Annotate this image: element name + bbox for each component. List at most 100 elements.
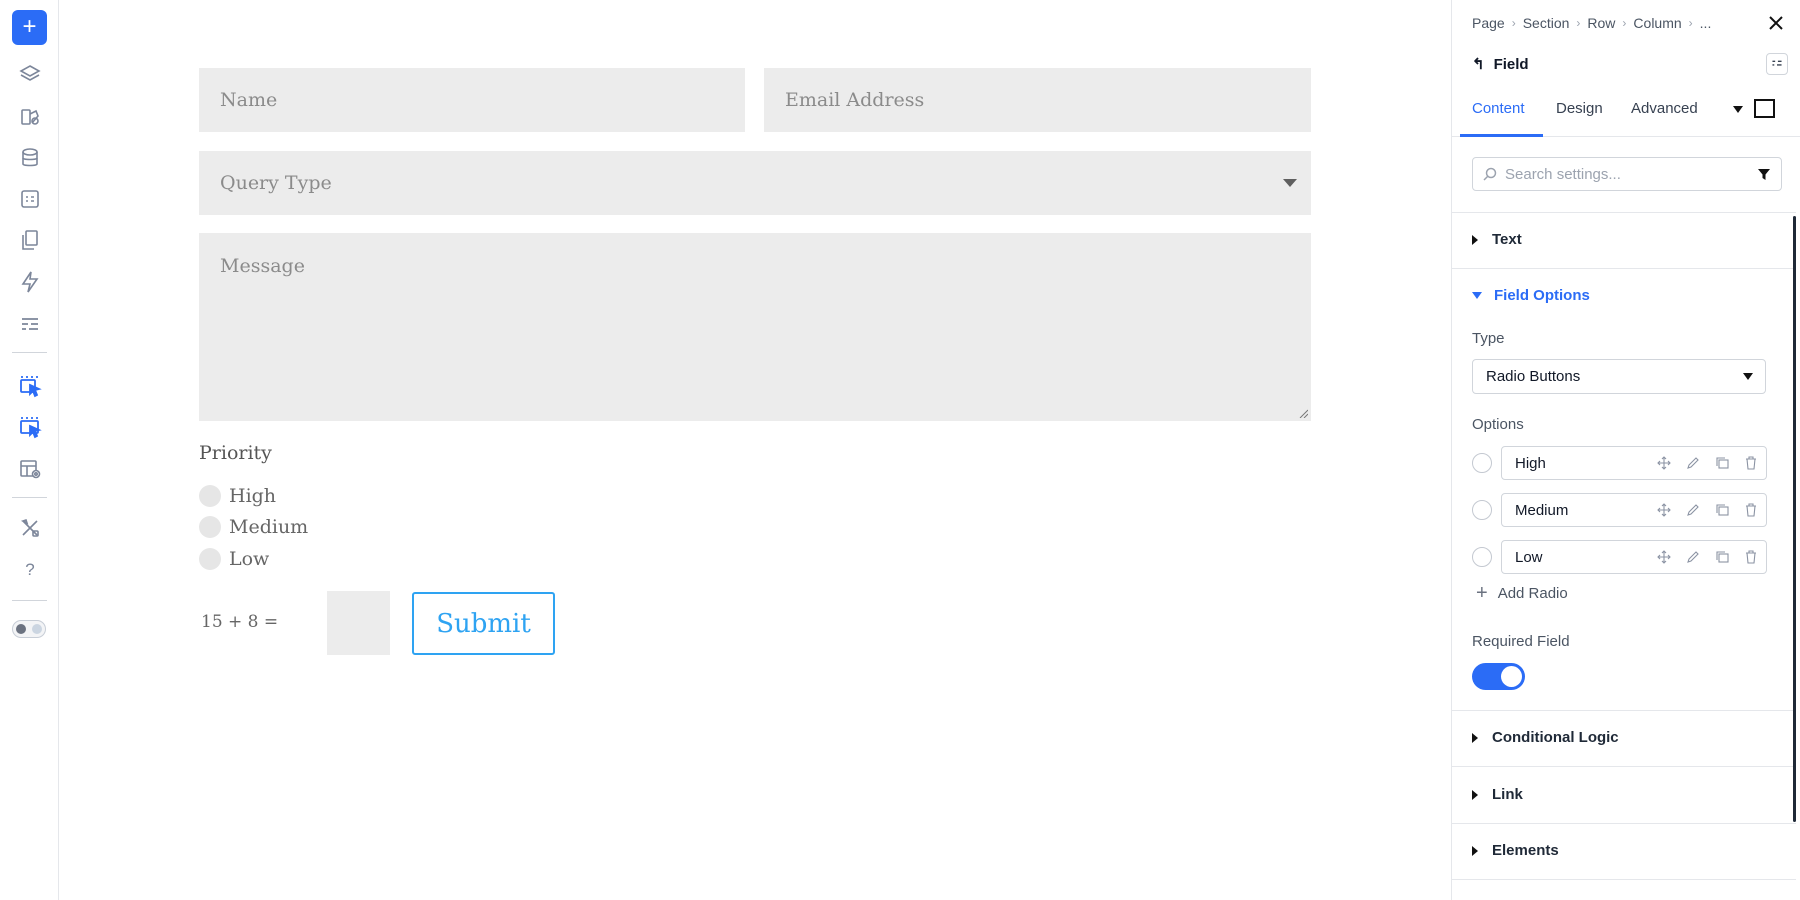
select-element-alt-icon[interactable]: [12, 409, 48, 445]
default-radio[interactable]: [1472, 547, 1492, 567]
chevron-right-icon: ›: [1576, 16, 1581, 30]
priority-option-high[interactable]: High: [199, 484, 276, 508]
options-label: Options: [1472, 416, 1524, 433]
caret-right-icon: [1472, 234, 1478, 245]
help-icon[interactable]: ?: [12, 552, 48, 588]
priority-option-medium[interactable]: Medium: [199, 515, 308, 539]
list-icon[interactable]: [12, 306, 48, 342]
duplicate-icon[interactable]: [1715, 456, 1729, 470]
priority-option-label: High: [229, 485, 277, 507]
section-conditional-logic-toggle[interactable]: Conditional Logic: [1472, 729, 1619, 746]
message-placeholder: Message: [220, 255, 305, 277]
captcha-question: 15 + 8 =: [201, 612, 279, 632]
filter-icon[interactable]: [1757, 167, 1771, 181]
caret-down-icon: [1472, 292, 1482, 299]
query-type-select[interactable]: Query Type: [199, 151, 1311, 215]
section-text-label: Text: [1492, 231, 1522, 248]
lightning-icon[interactable]: [12, 264, 48, 300]
option-input[interactable]: Low: [1501, 540, 1767, 574]
radio-button[interactable]: [199, 485, 221, 507]
breadcrumb-section[interactable]: Section: [1523, 15, 1570, 31]
back-arrow-icon[interactable]: ↰: [1472, 55, 1485, 73]
plus-icon: +: [22, 12, 37, 40]
default-radio[interactable]: [1472, 453, 1492, 473]
chevron-right-icon: ›: [1622, 16, 1627, 30]
option-actions: [1642, 503, 1758, 517]
breadcrumb-column[interactable]: Column: [1633, 15, 1681, 31]
app-root: + ? Name Email Address Query Type Messag…: [0, 0, 1800, 900]
move-icon[interactable]: [1657, 456, 1671, 470]
tools-icon[interactable]: [12, 510, 48, 546]
add-radio-button[interactable]: + Add Radio: [1476, 583, 1568, 603]
brush-icon[interactable]: [12, 99, 48, 135]
section-field-options-toggle[interactable]: Field Options: [1472, 287, 1590, 304]
duplicate-icon[interactable]: [1715, 550, 1729, 564]
trash-icon[interactable]: [1744, 456, 1758, 470]
layers-icon[interactable]: [12, 57, 48, 93]
option-input[interactable]: Medium: [1501, 493, 1767, 527]
breadcrumb-page[interactable]: Page: [1472, 15, 1505, 31]
theme-toggle-icon[interactable]: [12, 620, 46, 638]
radio-button[interactable]: [199, 548, 221, 570]
rail-divider: [12, 352, 47, 353]
active-tab-indicator: [1460, 134, 1543, 137]
edit-icon[interactable]: [1686, 503, 1700, 517]
type-label: Type: [1472, 330, 1505, 347]
move-icon[interactable]: [1657, 503, 1671, 517]
priority-option-label: Low: [229, 548, 270, 570]
layout-preview-icon[interactable]: [12, 451, 48, 487]
priority-option-label: Medium: [229, 516, 309, 538]
add-radio-label: Add Radio: [1497, 584, 1568, 602]
email-field[interactable]: Email Address: [764, 68, 1311, 132]
trash-icon[interactable]: [1744, 550, 1758, 564]
tab-content[interactable]: Content: [1472, 100, 1525, 117]
priority-option-low[interactable]: Low: [199, 547, 269, 571]
default-radio[interactable]: [1472, 500, 1492, 520]
breadcrumb-more[interactable]: ...: [1700, 15, 1712, 31]
duplicate-icon[interactable]: [1715, 503, 1729, 517]
database-icon[interactable]: [12, 140, 48, 176]
edit-icon[interactable]: [1686, 456, 1700, 470]
breadcrumb: Page › Section › Row › Column › ...: [1472, 15, 1711, 31]
submit-button[interactable]: Submit: [412, 592, 555, 655]
required-field-toggle[interactable]: [1472, 663, 1525, 690]
trash-icon[interactable]: [1744, 503, 1758, 517]
add-element-button[interactable]: +: [12, 10, 47, 45]
form-icon[interactable]: [12, 181, 48, 217]
close-icon[interactable]: [1766, 13, 1786, 33]
required-field-label: Required Field: [1472, 633, 1570, 650]
captcha-input[interactable]: [327, 591, 390, 655]
sun-icon: [16, 624, 26, 634]
breadcrumb-row[interactable]: Row: [1587, 15, 1615, 31]
section-link-toggle[interactable]: Link: [1472, 786, 1523, 803]
option-value: Low: [1515, 548, 1543, 566]
email-placeholder: Email Address: [785, 89, 925, 111]
tab-design[interactable]: Design: [1556, 100, 1603, 117]
resize-grip-icon[interactable]: [1298, 408, 1308, 418]
fullscreen-icon[interactable]: [1754, 99, 1775, 118]
section-elements-toggle[interactable]: Elements: [1472, 842, 1559, 859]
rail-divider: [12, 600, 47, 601]
settings-search-input[interactable]: Search settings...: [1472, 157, 1782, 191]
search-icon: [1483, 167, 1497, 181]
edit-icon[interactable]: [1686, 550, 1700, 564]
option-value: High: [1515, 454, 1546, 472]
caret-right-icon: [1472, 845, 1478, 856]
pages-icon[interactable]: [12, 222, 48, 258]
field-type-select[interactable]: Radio Buttons: [1472, 359, 1766, 394]
priority-label: Priority: [199, 442, 272, 464]
radio-button[interactable]: [199, 516, 221, 538]
name-field[interactable]: Name: [199, 68, 745, 132]
element-settings-icon[interactable]: [1766, 53, 1788, 75]
section-text-toggle[interactable]: Text: [1472, 231, 1522, 248]
divider: [1452, 212, 1796, 213]
option-input[interactable]: High: [1501, 446, 1767, 480]
tab-advanced[interactable]: Advanced: [1631, 100, 1698, 117]
move-icon[interactable]: [1657, 550, 1671, 564]
caret-right-icon: [1472, 732, 1478, 743]
panel-scrollbar[interactable]: [1793, 216, 1796, 822]
select-element-icon[interactable]: [12, 368, 48, 404]
chevron-right-icon: ›: [1511, 16, 1516, 30]
caret-down-icon[interactable]: [1733, 106, 1743, 113]
message-textarea[interactable]: Message: [199, 233, 1311, 421]
